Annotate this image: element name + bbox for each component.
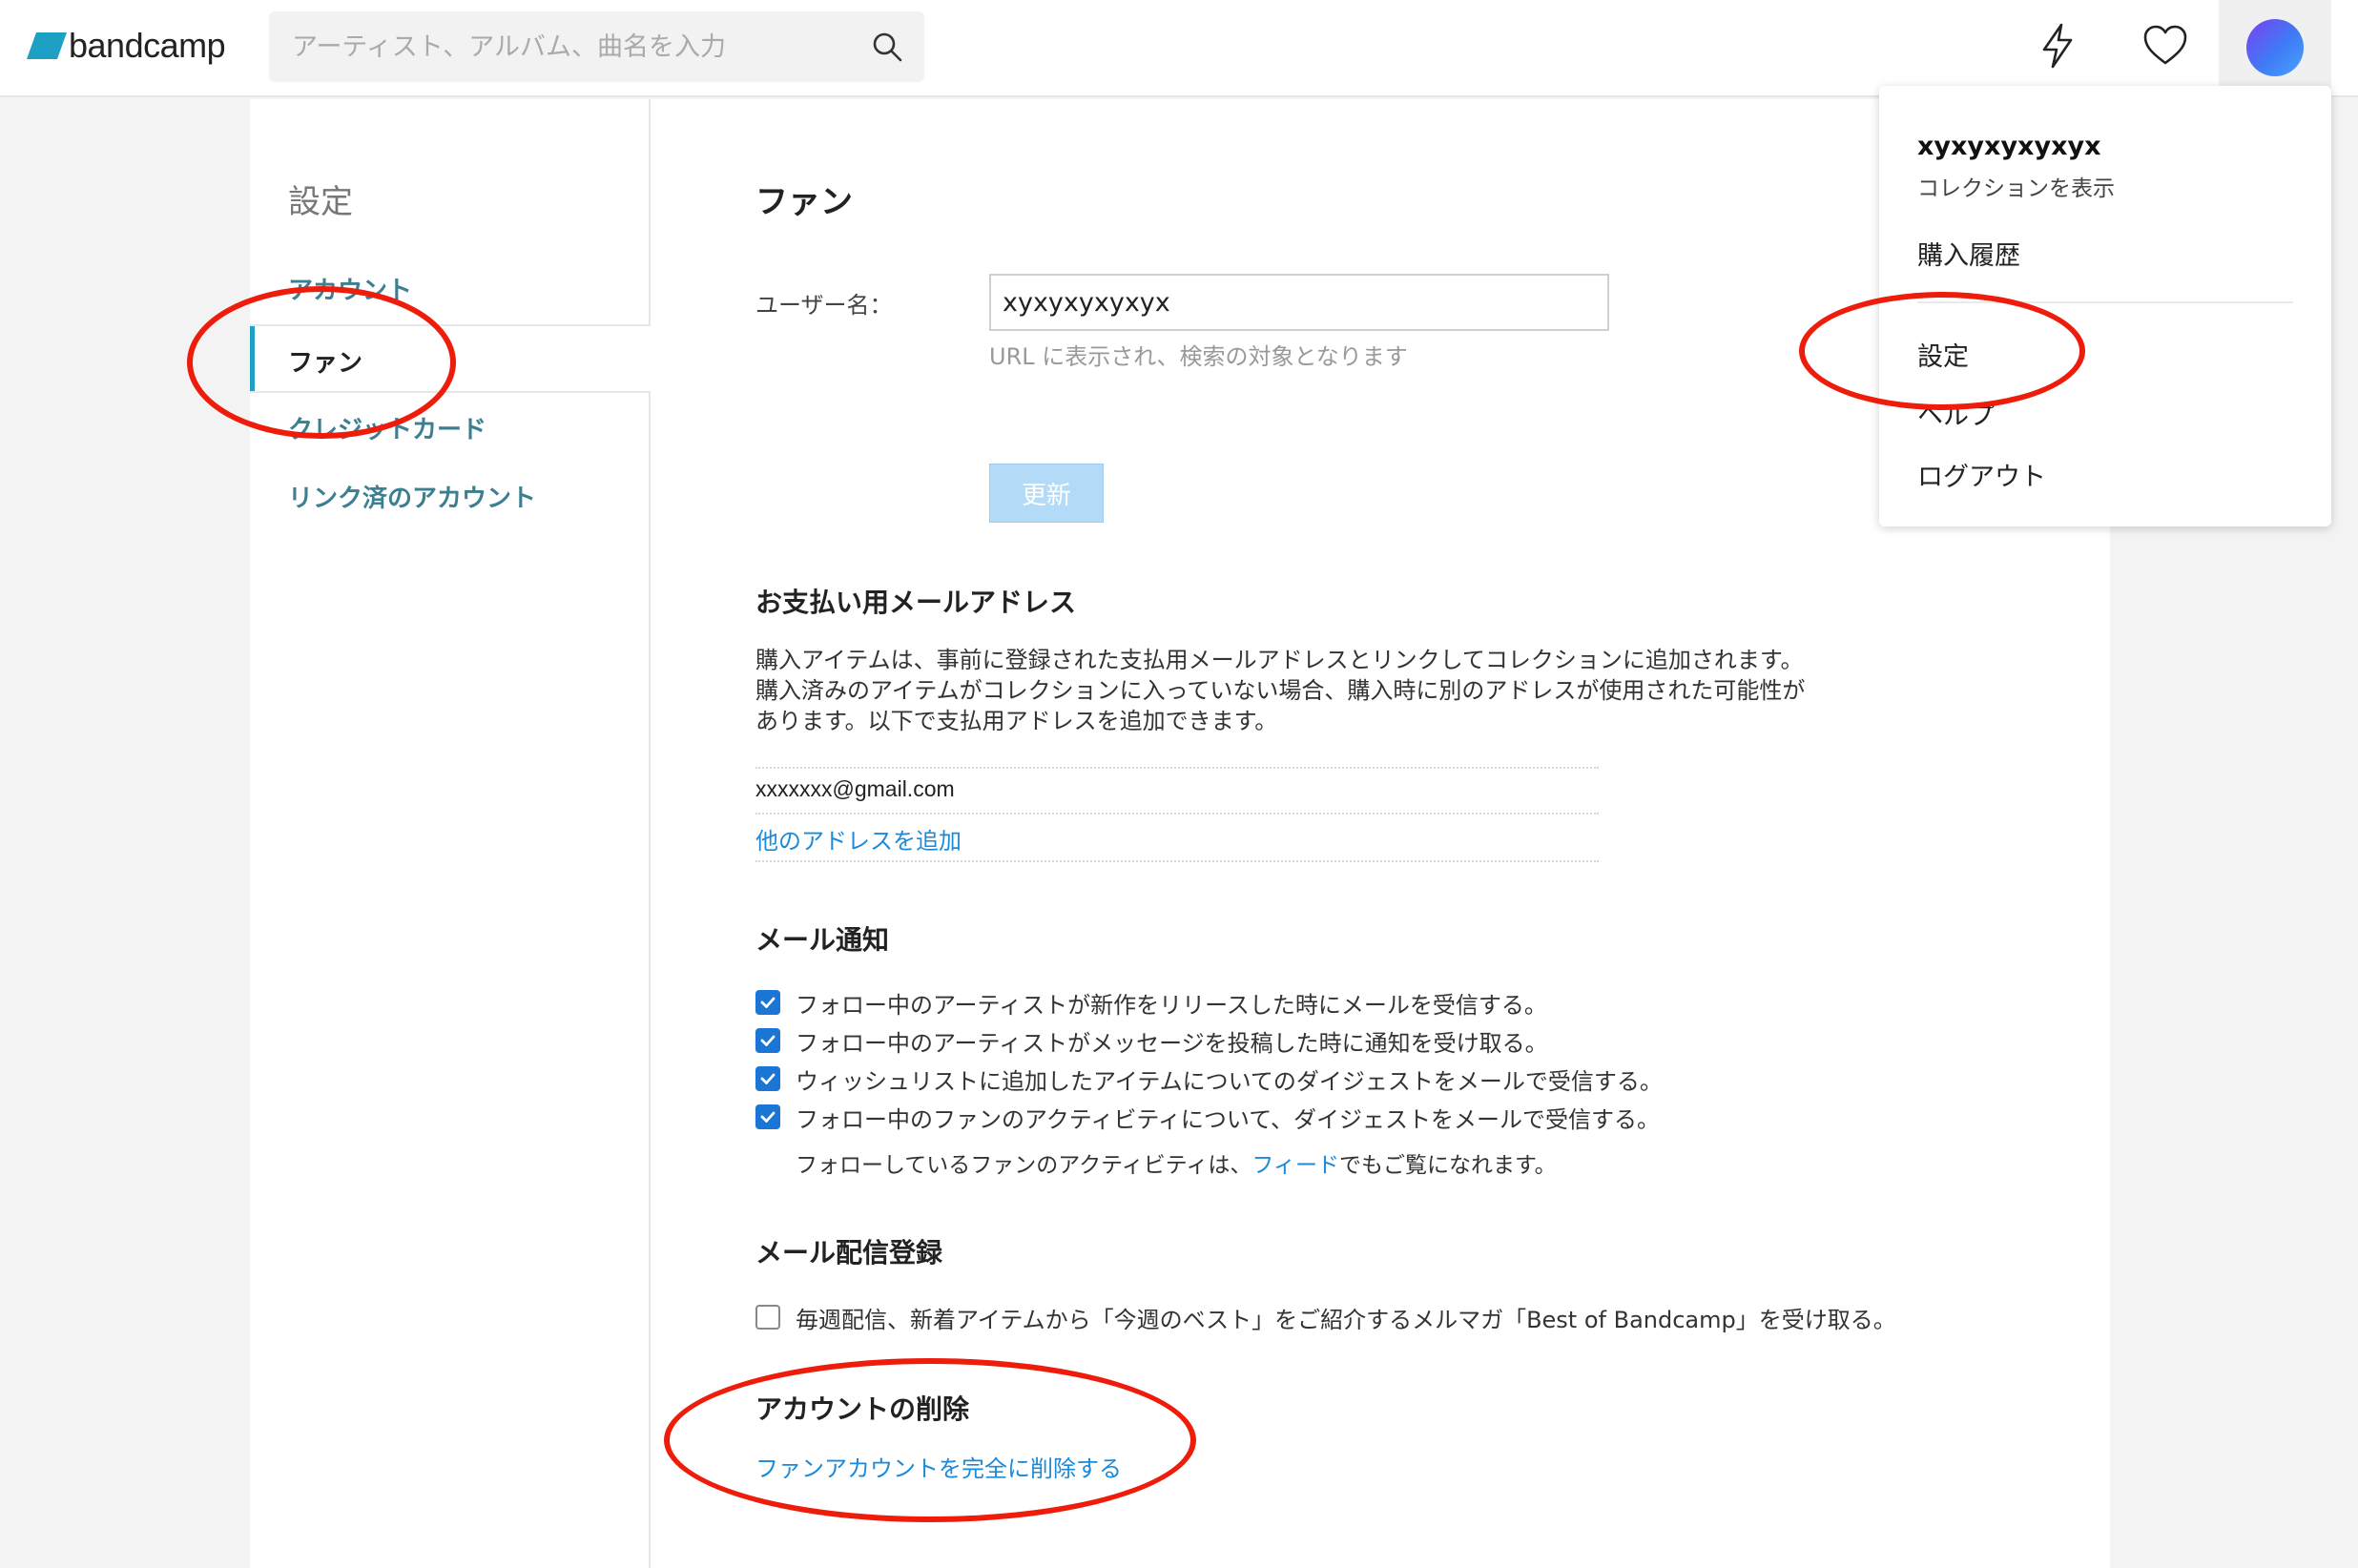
check-icon bbox=[760, 997, 776, 1008]
annotation-circle-delete bbox=[664, 1358, 1196, 1522]
check-icon bbox=[760, 1111, 776, 1123]
username-input[interactable] bbox=[989, 274, 1609, 331]
payment-email-address: xxxxxxx@gmail.com bbox=[755, 776, 955, 801]
feed-note-text: フォローしているファンのアクティビティは、 bbox=[796, 1153, 1252, 1178]
feed-link[interactable]: フィード bbox=[1251, 1153, 1339, 1178]
feed-note: フォローしているファンのアクティビティは、フィードでもご覧になれます。 bbox=[796, 1146, 1557, 1179]
add-address-link[interactable]: 他のアドレスを追加 bbox=[755, 822, 962, 856]
notification-option[interactable]: フォロー中のファンのアクティビティについて、ダイジェストをメールで受信する。 bbox=[755, 1101, 1660, 1133]
checkbox-checked[interactable] bbox=[755, 1066, 780, 1091]
notification-option[interactable]: フォロー中のアーティストが新作をリリースした時にメールを受信する。 bbox=[755, 986, 1547, 1019]
divider bbox=[755, 767, 1599, 769]
divider bbox=[755, 813, 1599, 815]
search-icon[interactable] bbox=[871, 31, 903, 63]
newsletter-option[interactable]: 毎週配信、新着アイテムから「今週のベスト」をご紹介するメルマガ「Best of … bbox=[755, 1301, 1896, 1333]
top-header: bandcamp bbox=[0, 0, 2358, 97]
checkbox-checked[interactable] bbox=[755, 990, 780, 1015]
description-line: 購入済みのアイテムがコレクションに入っていない場合、購入時に別のアドレスが使用さ… bbox=[755, 677, 1806, 704]
description-line: あります。以下で支払用アドレスを追加できます。 bbox=[755, 708, 1278, 734]
payment-email-description: 購入アイテムは、事前に登録された支払用メールアドレスとリンクしてコレクションに追… bbox=[755, 645, 1929, 736]
checkbox-label: ウィッシュリストに追加したアイテムについてのダイジェストをメールで受信する。 bbox=[796, 1067, 1663, 1095]
annotation-circle-settings bbox=[1799, 292, 2085, 410]
update-button[interactable]: 更新 bbox=[989, 464, 1104, 523]
check-icon bbox=[760, 1035, 776, 1046]
checkbox-checked[interactable] bbox=[755, 1028, 780, 1053]
bolt-icon bbox=[2042, 23, 2073, 69]
username-help: URL に表示され、検索の対象となります bbox=[989, 343, 1408, 370]
feed-button[interactable] bbox=[2029, 17, 2086, 74]
checkbox-label: フォロー中のアーティストがメッセージを投稿した時に通知を受け取る。 bbox=[796, 1029, 1548, 1057]
username-label: ユーザー名： bbox=[755, 292, 893, 319]
avatar[interactable] bbox=[2246, 19, 2304, 76]
notification-option[interactable]: ウィッシュリストに追加したアイテムについてのダイジェストをメールで受信する。 bbox=[755, 1063, 1663, 1095]
sidebar-title: 設定 bbox=[288, 183, 353, 221]
user-menu-button[interactable] bbox=[2219, 0, 2331, 95]
description-line: 購入アイテムは、事前に登録された支払用メールアドレスとリンクしてコレクションに追… bbox=[755, 647, 1804, 673]
notifications-heading: メール通知 bbox=[755, 924, 890, 956]
checkbox-label: 毎週配信、新着アイテムから「今週のベスト」をご紹介するメルマガ「Best of … bbox=[796, 1306, 1896, 1333]
sidebar-item-linked-accounts[interactable]: リンク済のアカウント bbox=[288, 479, 536, 514]
dropdown-username[interactable]: xyxyxyxyxyx bbox=[1917, 132, 2101, 161]
menu-item-purchase-history[interactable]: 購入履歴 bbox=[1917, 235, 2020, 272]
checkbox-label: フォロー中のファンのアクティビティについて、ダイジェストをメールで受信する。 bbox=[796, 1105, 1660, 1133]
bandcamp-logo-icon bbox=[27, 32, 67, 59]
annotation-circle-fan bbox=[187, 286, 456, 439]
check-icon bbox=[760, 1073, 776, 1084]
feed-note-text: でもご覧になれます。 bbox=[1338, 1153, 1557, 1178]
checkbox-checked[interactable] bbox=[755, 1104, 780, 1129]
logo-text: bandcamp bbox=[69, 26, 226, 65]
checkbox-label: フォロー中のアーティストが新作をリリースした時にメールを受信する。 bbox=[796, 991, 1547, 1019]
search-input[interactable] bbox=[290, 31, 871, 63]
newsletter-heading: メール配信登録 bbox=[755, 1237, 943, 1269]
view-collection-link[interactable]: コレクションを表示 bbox=[1917, 170, 2115, 202]
page-title: ファン bbox=[755, 183, 853, 221]
menu-item-logout[interactable]: ログアウト bbox=[1917, 456, 2046, 493]
divider bbox=[755, 860, 1599, 862]
notification-option[interactable]: フォロー中のアーティストがメッセージを投稿した時に通知を受け取る。 bbox=[755, 1024, 1548, 1057]
wishlist-button[interactable] bbox=[2137, 17, 2194, 74]
heart-icon bbox=[2143, 25, 2187, 65]
search-box[interactable] bbox=[269, 11, 924, 82]
bandcamp-logo[interactable]: bandcamp bbox=[27, 25, 226, 67]
payment-email-heading: お支払い用メールアドレス bbox=[755, 587, 1077, 618]
checkbox-unchecked[interactable] bbox=[755, 1305, 780, 1330]
